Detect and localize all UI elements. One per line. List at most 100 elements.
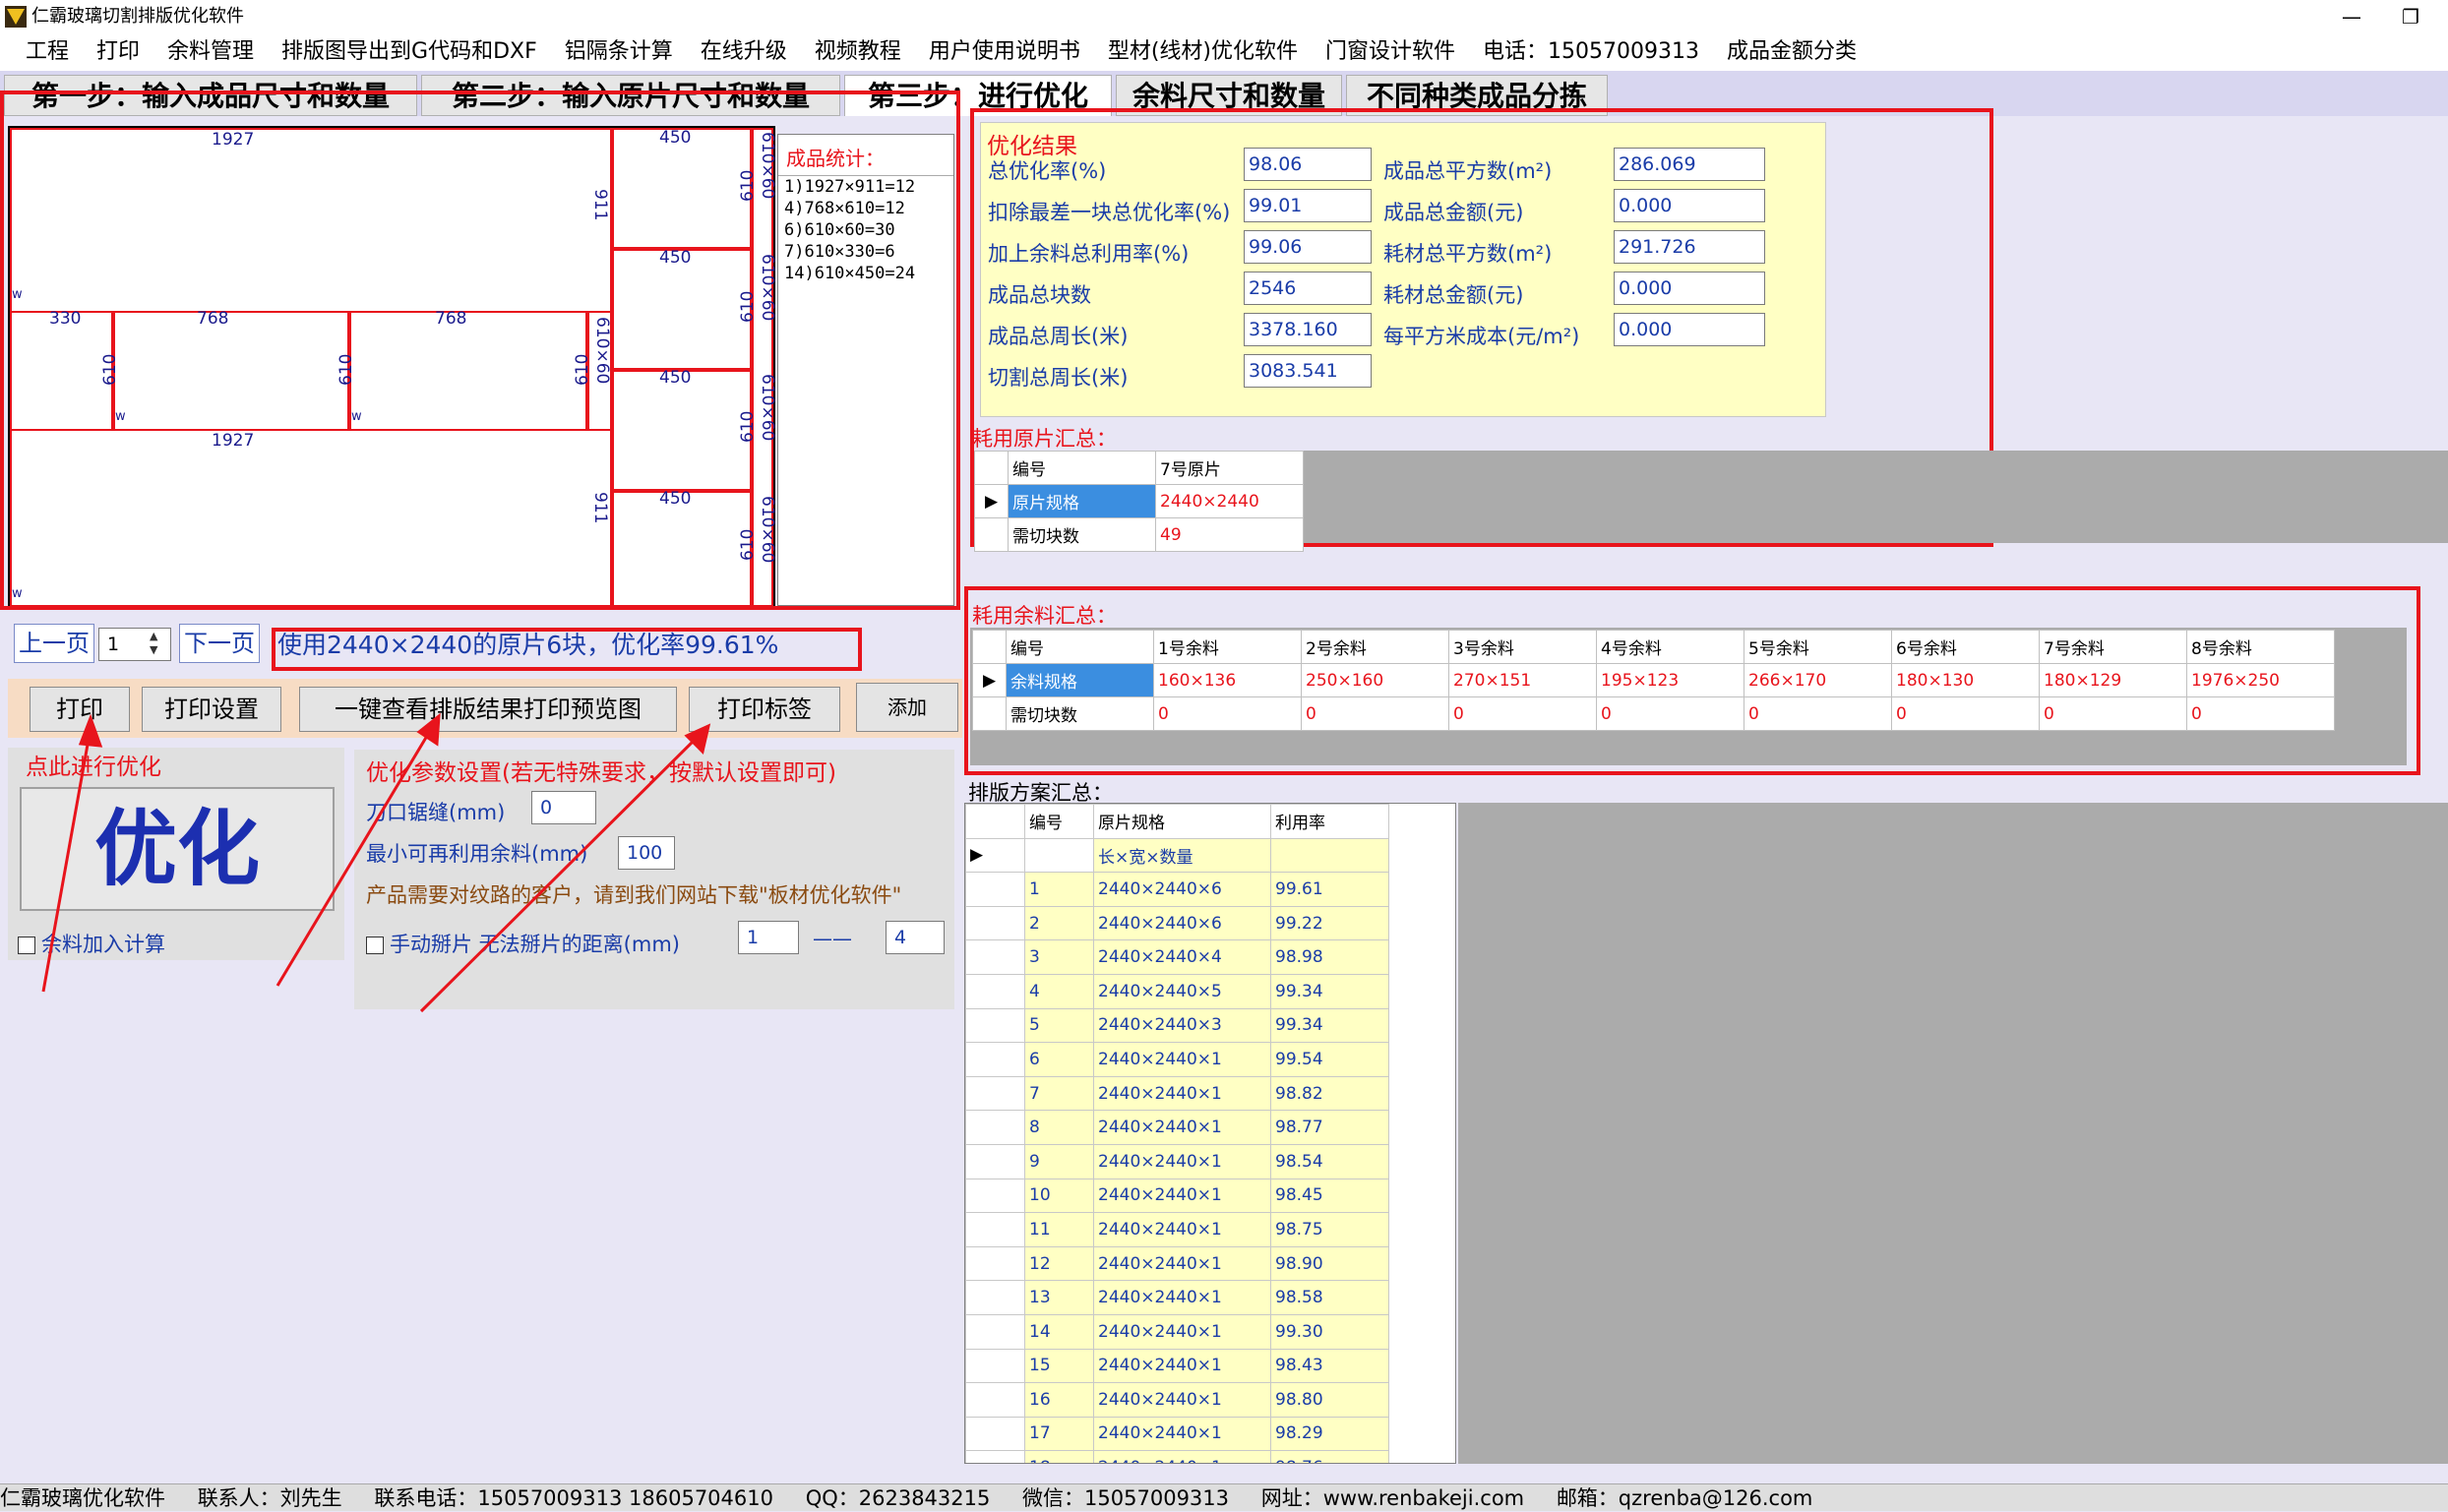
plan-cell[interactable]: 6	[1024, 1042, 1094, 1077]
table-row[interactable]: 14 2440×2440×1 99.30	[965, 1313, 1389, 1350]
plan-cell[interactable]: 98.75	[1270, 1212, 1389, 1247]
plan-cell[interactable]: 2440×2440×1	[1093, 1042, 1271, 1077]
plan-cell[interactable]: 2440×2440×4	[1093, 939, 1271, 975]
result-value-r2[interactable]: 291.726	[1614, 230, 1765, 264]
plan-cell[interactable]: 17	[1024, 1416, 1094, 1452]
plan-cell[interactable]: 12	[1024, 1245, 1094, 1282]
plan-cell[interactable]: 16	[1024, 1382, 1094, 1418]
table-row[interactable]: 6 2440×2440×1 99.54	[965, 1042, 1389, 1077]
plan-cell[interactable]: 2440×2440×3	[1093, 1007, 1271, 1044]
plan-cell[interactable]: 2440×2440×1	[1093, 1416, 1271, 1452]
table-row[interactable]: 12 2440×2440×1 98.90	[965, 1245, 1389, 1282]
leftover-count-8[interactable]: 0	[2186, 696, 2335, 731]
table-row[interactable]: 8 2440×2440×1 98.77	[965, 1110, 1389, 1145]
plan-cell[interactable]: 98.90	[1270, 1245, 1389, 1282]
leftover-spec-3[interactable]: 270×151	[1448, 663, 1597, 697]
table-row[interactable]: 17 2440×2440×1 98.29	[965, 1416, 1389, 1452]
leftover-spec-4[interactable]: 195×123	[1596, 663, 1744, 697]
plan-table-container[interactable]: 编号 原片规格 利用率 ▶ 长×宽×数量 1 2440×2440×6 99.61 2 2440×2…	[964, 803, 1456, 1464]
plan-cell[interactable]: 98.76	[1270, 1450, 1389, 1463]
raw-count[interactable]: 49	[1155, 517, 1304, 552]
leftover-count-5[interactable]: 0	[1744, 696, 1892, 731]
plan-cell[interactable]: 2440×2440×1	[1093, 1348, 1271, 1384]
plan-cell[interactable]: 15	[1024, 1348, 1094, 1384]
result-value-5[interactable]: 3083.541	[1244, 354, 1372, 388]
plan-cell[interactable]: 2440×2440×1	[1093, 1075, 1271, 1112]
plan-cell[interactable]: 98.54	[1270, 1143, 1389, 1179]
menu-item-10[interactable]: 电话：15057009313	[1469, 33, 1713, 71]
table-row[interactable]: 15 2440×2440×1 98.43	[965, 1348, 1389, 1384]
leftover-spec-8[interactable]: 1976×250	[2186, 663, 2335, 697]
raw-row-spec[interactable]: 原片规格	[1008, 484, 1156, 518]
table-row[interactable]: 2 2440×2440×6 99.22	[965, 905, 1389, 941]
plan-cell[interactable]: 98.58	[1270, 1280, 1389, 1315]
plan-cell[interactable]: 99.22	[1270, 905, 1389, 941]
tab-sorting[interactable]: 不同种类成品分拣	[1346, 75, 1608, 116]
result-value-0[interactable]: 98.06	[1244, 148, 1372, 181]
plan-cell[interactable]: 2440×2440×5	[1093, 973, 1271, 1009]
leftover-spec-7[interactable]: 180×129	[2039, 663, 2187, 697]
leftover-spec-5[interactable]: 266×170	[1744, 663, 1892, 697]
plan-cell[interactable]: 2	[1024, 905, 1094, 941]
plan-cell[interactable]: 11	[1024, 1212, 1094, 1247]
plan-cell[interactable]: 4	[1024, 973, 1094, 1009]
leftover-row-count[interactable]: 需切块数	[1006, 696, 1154, 731]
raw-spec[interactable]: 2440×2440	[1155, 484, 1304, 518]
plan-cell[interactable]: 99.30	[1270, 1313, 1389, 1350]
result-value-2[interactable]: 99.06	[1244, 230, 1372, 264]
plan-cell[interactable]: 99.54	[1270, 1042, 1389, 1077]
leftover-row-spec[interactable]: 余料规格	[1006, 663, 1154, 697]
plan-cell[interactable]: 2440×2440×1	[1093, 1245, 1271, 1282]
menu-item-11[interactable]: 成品金额分类	[1713, 33, 1870, 71]
table-row[interactable]: 7 2440×2440×1 98.82	[965, 1075, 1389, 1112]
plan-cell[interactable]: 18	[1024, 1450, 1094, 1463]
table-row[interactable]: 3 2440×2440×4 98.98	[965, 939, 1389, 975]
plan-cell[interactable]: 5	[1024, 1007, 1094, 1044]
raw-summary-table[interactable]: 编号 7号原片 ▶ 原片规格 2440×2440 需切块数 49	[974, 451, 1304, 552]
plan-cell[interactable]: 2440×2440×1	[1093, 1280, 1271, 1315]
leftover-count-6[interactable]: 0	[1891, 696, 2040, 731]
leftover-summary-table[interactable]: 编号 1号余料 2号余料 3号余料 4号余料 5号余料 6号余料 7号余料 8号余料 ▶ 余料规格 1…	[972, 630, 2335, 731]
plan-cell[interactable]: 14	[1024, 1313, 1094, 1350]
plan-table[interactable]: 编号 原片规格 利用率 ▶ 长×宽×数量 1 2440×2440×6 99.61 2 2440×2…	[965, 804, 1389, 1463]
leftover-spec-6[interactable]: 180×130	[1891, 663, 2040, 697]
plan-cell[interactable]: 2440×2440×1	[1093, 1178, 1271, 1214]
table-row[interactable]: 182440×2440×198.76	[965, 1450, 1389, 1463]
plan-cell[interactable]: 3	[1024, 939, 1094, 975]
plan-cell[interactable]: 1	[1024, 872, 1094, 907]
menu-item-9[interactable]: 门窗设计软件	[1312, 33, 1469, 71]
leftover-count-2[interactable]: 0	[1301, 696, 1449, 731]
table-row[interactable]: 10 2440×2440×1 98.45	[965, 1178, 1389, 1214]
result-value-r1[interactable]: 0.000	[1614, 189, 1765, 222]
plan-cell[interactable]: 98.82	[1270, 1075, 1389, 1112]
plan-cell[interactable]: 98.98	[1270, 939, 1389, 975]
plan-cell[interactable]: 2440×2440×1	[1093, 1382, 1271, 1418]
leftover-spec-1[interactable]: 160×136	[1153, 663, 1302, 697]
plan-cell[interactable]: 9	[1024, 1143, 1094, 1179]
restore-icon[interactable]: ❐	[2381, 0, 2440, 33]
plan-cell[interactable]: 7	[1024, 1075, 1094, 1112]
table-row[interactable]: 5 2440×2440×3 99.34	[965, 1007, 1389, 1044]
result-value-r3[interactable]: 0.000	[1614, 272, 1765, 305]
plan-cell[interactable]: 13	[1024, 1280, 1094, 1315]
plan-cell[interactable]: 2440×2440×1	[1093, 1110, 1271, 1145]
plan-cell[interactable]: 98.29	[1270, 1416, 1389, 1452]
plan-cell[interactable]: 98.45	[1270, 1178, 1389, 1214]
plan-header-spec[interactable]: 长×宽×数量	[1093, 837, 1271, 874]
plan-cell[interactable]: 2440×2440×1	[1093, 1143, 1271, 1179]
tab-leftover[interactable]: 余料尺寸和数量	[1116, 75, 1342, 116]
menu-item-8[interactable]: 型材(线材)优化软件	[1094, 33, 1312, 71]
table-row[interactable]: 11 2440×2440×1 98.75	[965, 1212, 1389, 1247]
plan-cell[interactable]: 2440×2440×6	[1093, 905, 1271, 941]
leftover-count-7[interactable]: 0	[2039, 696, 2187, 731]
plan-cell[interactable]: 98.77	[1270, 1110, 1389, 1145]
result-value-3[interactable]: 2546	[1244, 272, 1372, 305]
result-value-r4[interactable]: 0.000	[1614, 313, 1765, 346]
result-value-1[interactable]: 99.01	[1244, 189, 1372, 222]
plan-cell[interactable]: 2440×2440×1	[1093, 1313, 1271, 1350]
result-value-4[interactable]: 3378.160	[1244, 313, 1372, 346]
table-row[interactable]: 16 2440×2440×1 98.80	[965, 1382, 1389, 1418]
table-row[interactable]: 9 2440×2440×1 98.54	[965, 1143, 1389, 1179]
plan-cell[interactable]: 2440×2440×1	[1093, 1212, 1271, 1247]
result-value-r0[interactable]: 286.069	[1614, 148, 1765, 181]
